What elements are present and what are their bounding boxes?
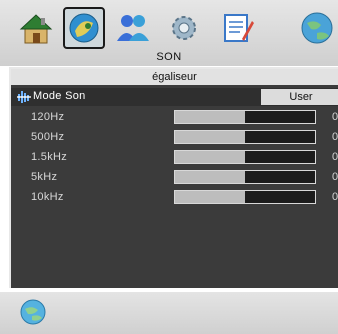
- osd-menu: SON égaliseur Mode Son User 120Hz 0 500H…: [0, 0, 338, 334]
- menu-tab-bar: SON: [0, 0, 338, 66]
- band-slider[interactable]: [174, 130, 316, 144]
- band-label: 5kHz: [31, 171, 58, 183]
- picture-icon[interactable]: [63, 7, 105, 49]
- footer-bar: [0, 290, 338, 334]
- band-value: 0: [332, 151, 338, 163]
- band-slider-fill: [175, 171, 245, 183]
- band-row-1-5khz[interactable]: 1.5kHz 0: [11, 149, 338, 167]
- band-value: 0: [332, 111, 338, 123]
- sound-mode-label: Mode Son: [33, 90, 86, 102]
- band-slider-fill: [175, 131, 245, 143]
- band-label: 1.5kHz: [31, 151, 68, 163]
- home-icon[interactable]: [17, 9, 55, 47]
- band-slider[interactable]: [174, 190, 316, 204]
- band-slider-fill: [175, 191, 245, 203]
- equalizer-panel: égaliseur Mode Son User 120Hz 0 500Hz 0 …: [9, 67, 338, 288]
- band-value: 0: [332, 131, 338, 143]
- sound-mode-value[interactable]: User: [261, 89, 338, 105]
- section-header: égaliseur: [11, 69, 338, 85]
- band-row-500hz[interactable]: 500Hz 0: [11, 129, 338, 147]
- band-label: 10kHz: [31, 191, 64, 203]
- menu-title: SON: [156, 51, 182, 63]
- sound-mode-row[interactable]: Mode Son User: [11, 88, 338, 106]
- band-slider[interactable]: [174, 150, 316, 164]
- band-slider[interactable]: [174, 110, 316, 124]
- band-label: 500Hz: [31, 131, 65, 143]
- band-value: 0: [332, 191, 338, 203]
- equalizer-icon: [17, 91, 31, 103]
- band-row-10khz[interactable]: 10kHz 0: [11, 189, 338, 207]
- band-label: 120Hz: [31, 111, 65, 123]
- globe-icon: [20, 299, 46, 325]
- band-row-120hz[interactable]: 120Hz 0: [11, 109, 338, 127]
- band-slider-fill: [175, 151, 245, 163]
- notes-icon[interactable]: [218, 9, 256, 47]
- gear-icon[interactable]: [165, 9, 203, 47]
- band-slider[interactable]: [174, 170, 316, 184]
- band-row-5khz[interactable]: 5kHz 0: [11, 169, 338, 187]
- band-value: 0: [332, 171, 338, 183]
- globe-icon[interactable]: [295, 9, 333, 47]
- band-slider-fill: [175, 111, 245, 123]
- people-icon[interactable]: [114, 9, 152, 47]
